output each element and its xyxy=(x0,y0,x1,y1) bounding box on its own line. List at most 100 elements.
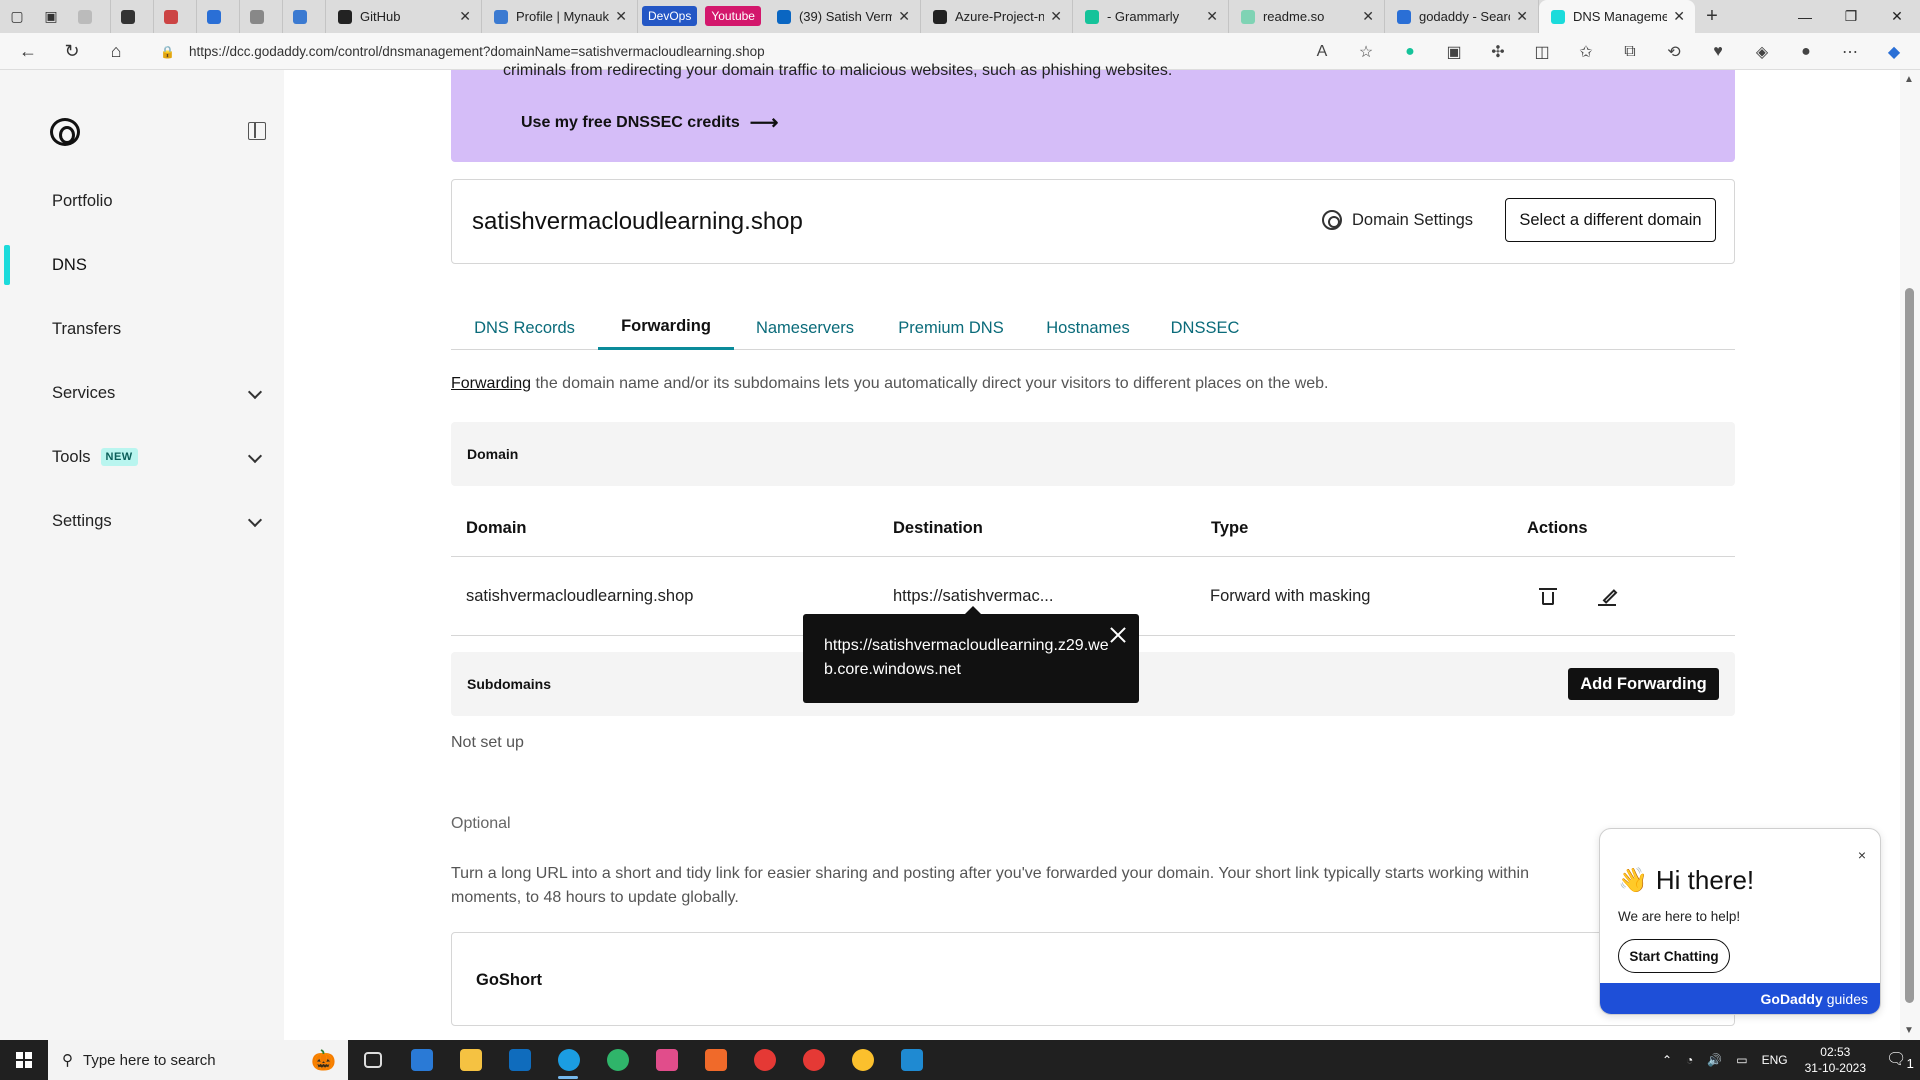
copilot-icon[interactable]: ◆ xyxy=(1872,42,1916,62)
screenshot-icon[interactable]: ▣ xyxy=(1432,42,1476,62)
grammarly-extension-icon[interactable]: ● xyxy=(1388,43,1432,61)
tab-actions-icon[interactable]: ▣ xyxy=(34,0,68,33)
close-tab-icon[interactable]: ✕ xyxy=(1206,8,1218,25)
minimize-icon[interactable]: — xyxy=(1782,0,1828,33)
sidebar-item-services[interactable]: Services xyxy=(0,371,284,415)
browser-tab-pinned-4[interactable] xyxy=(197,0,240,33)
profile-avatar-icon[interactable]: ● xyxy=(1784,43,1828,61)
scrollbar-thumb[interactable] xyxy=(1905,288,1914,1003)
performance-icon[interactable]: ♥ xyxy=(1696,43,1740,61)
delete-trash-icon[interactable] xyxy=(1539,588,1557,605)
start-button[interactable] xyxy=(0,1040,48,1080)
restore-icon[interactable]: ❐ xyxy=(1828,0,1874,33)
tab-dnssec[interactable]: DNSSEC xyxy=(1150,306,1260,350)
read-aloud-icon[interactable]: A xyxy=(1300,43,1344,61)
browser-tab-github[interactable]: GitHub ✕ xyxy=(326,0,482,33)
close-tab-icon[interactable]: ✕ xyxy=(1516,8,1528,25)
domain-settings-button[interactable]: Domain Settings xyxy=(1322,210,1473,230)
extensions-icon[interactable]: ✣ xyxy=(1476,42,1520,62)
forwarding-help-link[interactable]: Forwarding xyxy=(451,375,531,392)
clock[interactable]: 02:53 31-10-2023 xyxy=(1805,1044,1866,1076)
brave-icon[interactable] xyxy=(642,1040,691,1080)
tab-dns-records[interactable]: DNS Records xyxy=(451,306,598,350)
close-tab-icon[interactable]: ✕ xyxy=(1673,8,1685,25)
browser-tab-linkedin[interactable]: (39) Satish Verma ✕ xyxy=(765,0,921,33)
browser-tab-pinned-5[interactable] xyxy=(240,0,283,33)
browser-tab-pinned-3[interactable] xyxy=(154,0,197,33)
tab-hostnames[interactable]: Hostnames xyxy=(1026,306,1150,350)
close-tab-icon[interactable]: ✕ xyxy=(1050,8,1062,25)
browser-tab-naukri[interactable]: Profile | Mynaukri ✕ xyxy=(482,0,638,33)
browser-tab-grammarly[interactable]: - Grammarly ✕ xyxy=(1073,0,1229,33)
close-window-icon[interactable]: ✕ xyxy=(1874,0,1920,33)
split-screen-icon[interactable]: ◫ xyxy=(1520,42,1564,62)
refresh-icon[interactable]: ↻ xyxy=(50,41,94,62)
workspaces-icon[interactable]: ▢ xyxy=(0,0,34,33)
taskbar-search[interactable]: ⚲ Type here to search 🎃 xyxy=(48,1040,348,1080)
tab-forwarding[interactable]: Forwarding xyxy=(598,306,734,350)
language-indicator[interactable]: ENG xyxy=(1762,1053,1788,1067)
start-chatting-button[interactable]: Start Chatting xyxy=(1618,939,1730,973)
browser-toolbar-icons: A ☆ ● ▣ ✣ ◫ ✩ ⧉ ⟲ ♥ ◈ ● ⋯ ◆ xyxy=(1300,33,1916,70)
browser-tab-pinned-6[interactable] xyxy=(283,0,326,33)
collapse-sidebar-icon[interactable] xyxy=(248,122,266,140)
favorite-star-icon[interactable]: ☆ xyxy=(1344,42,1388,62)
volume-icon[interactable]: 🔊 xyxy=(1707,1053,1722,1067)
goshort-card[interactable]: GoShort xyxy=(451,932,1735,1026)
close-icon[interactable] xyxy=(1109,626,1127,644)
row-destination[interactable]: https://satishvermac... xyxy=(893,587,1053,606)
close-tab-icon[interactable]: ✕ xyxy=(615,8,627,25)
chrome-icon-3[interactable] xyxy=(838,1040,887,1080)
browser-essentials-icon[interactable]: ◈ xyxy=(1740,42,1784,62)
outlook-icon[interactable] xyxy=(495,1040,544,1080)
home-icon[interactable]: ⌂ xyxy=(94,41,138,62)
edge-dev-icon[interactable] xyxy=(593,1040,642,1080)
back-icon[interactable]: ← xyxy=(6,41,50,62)
app-orange-icon[interactable] xyxy=(691,1040,740,1080)
add-forwarding-button[interactable]: Add Forwarding xyxy=(1568,668,1719,700)
close-tab-icon[interactable]: ✕ xyxy=(459,8,471,25)
scroll-down-icon[interactable]: ▼ xyxy=(1904,1025,1914,1036)
notification-icon[interactable]: 🗨1 xyxy=(1880,1049,1920,1071)
tab-nameservers[interactable]: Nameservers xyxy=(734,306,876,350)
more-menu-icon[interactable]: ⋯ xyxy=(1828,42,1872,62)
tab-premium-dns[interactable]: Premium DNS xyxy=(876,306,1026,350)
sidebar-item-transfers[interactable]: Transfers xyxy=(0,307,284,351)
browser-tab-pinned-2[interactable] xyxy=(111,0,154,33)
browser-tab-devops[interactable]: DevOps xyxy=(642,6,698,26)
select-different-domain-button[interactable]: Select a different domain xyxy=(1505,198,1716,242)
favorites-icon[interactable]: ✩ xyxy=(1564,42,1608,62)
close-tab-icon[interactable]: ✕ xyxy=(1362,8,1374,25)
browser-tab-youtube[interactable]: Youtube xyxy=(705,6,761,26)
godaddy-logo-icon[interactable] xyxy=(50,118,80,146)
sidebar-item-settings[interactable]: Settings xyxy=(0,499,284,543)
edit-pencil-icon[interactable] xyxy=(1598,588,1618,606)
browser-tab-pinned-1[interactable] xyxy=(68,0,111,33)
sidebar-item-portfolio[interactable]: Portfolio xyxy=(0,179,284,223)
network-icon[interactable]: ◔ xyxy=(1686,1053,1693,1067)
edge-icon[interactable] xyxy=(544,1040,593,1080)
chrome-icon-1[interactable] xyxy=(740,1040,789,1080)
close-icon[interactable]: × xyxy=(1858,847,1866,863)
browser-tab-dns-management[interactable]: DNS Manageme ✕ xyxy=(1538,0,1695,33)
page-scrollbar[interactable]: ▲ ▼ xyxy=(1900,70,1920,1040)
chrome-icon-2[interactable] xyxy=(789,1040,838,1080)
collections-icon[interactable]: ⧉ xyxy=(1608,43,1652,61)
chevron-up-icon[interactable]: ⌃ xyxy=(1662,1053,1672,1067)
sidebar-item-dns[interactable]: DNS xyxy=(0,243,284,287)
store-icon[interactable] xyxy=(397,1040,446,1080)
browser-tab-readme[interactable]: readme.so ✕ xyxy=(1229,0,1385,33)
browser-tab-bing[interactable]: godaddy - Search ✕ xyxy=(1385,0,1539,33)
browser-tab-azure[interactable]: Azure-Project-ne ✕ xyxy=(921,0,1073,33)
file-explorer-icon[interactable] xyxy=(446,1040,495,1080)
dnssec-credits-link[interactable]: Use my free DNSSEC credits ⟶ xyxy=(521,110,778,135)
vscode-icon[interactable] xyxy=(887,1040,936,1080)
new-tab-button[interactable]: + xyxy=(1695,0,1729,33)
scroll-up-icon[interactable]: ▲ xyxy=(1904,74,1914,85)
sidebar-item-tools[interactable]: Tools NEW xyxy=(0,435,284,479)
close-tab-icon[interactable]: ✕ xyxy=(898,8,910,25)
task-view-icon[interactable] xyxy=(348,1040,397,1080)
gmail-icon xyxy=(164,9,178,24)
history-icon[interactable]: ⟲ xyxy=(1652,42,1696,62)
battery-icon[interactable]: ▭ xyxy=(1736,1053,1747,1067)
